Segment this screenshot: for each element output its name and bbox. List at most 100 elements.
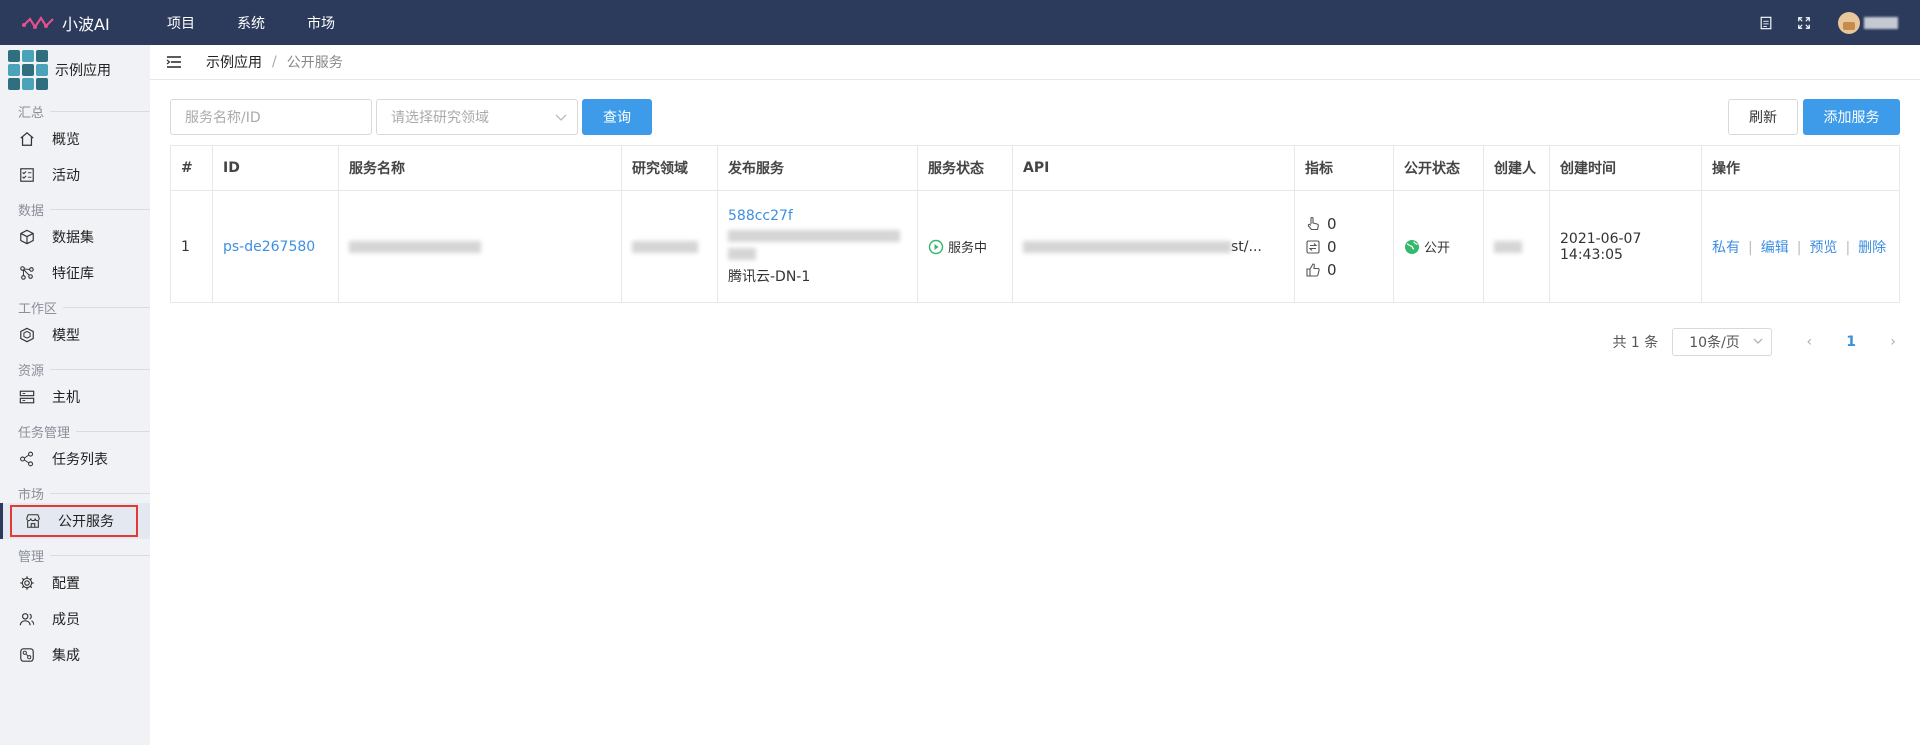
sidebar-item-integration[interactable]: 集成 [0, 637, 150, 673]
next-page-icon[interactable]: › [1886, 334, 1900, 350]
preview-link[interactable]: 预览 [1809, 240, 1837, 256]
chevron-down-icon [555, 114, 567, 121]
play-circle-icon [928, 239, 944, 254]
section-data: 数据 [0, 199, 150, 219]
cell-published-service: 588cc27f 腾讯云-DN-1 [717, 190, 918, 303]
sidebar-item-label: 特征库 [52, 266, 94, 282]
fullscreen-icon[interactable] [1796, 15, 1812, 31]
col-metrics: 指标 [1294, 145, 1394, 191]
cell-created-at: 2021-06-07 14:43:05 [1549, 190, 1702, 303]
published-service-link[interactable]: 588cc27f [728, 208, 917, 224]
metric-calls: 0 [1305, 235, 1393, 258]
sidebar-item-activity[interactable]: 活动 [0, 157, 150, 193]
nav-item-project[interactable]: 项目 [167, 13, 195, 33]
page-size-select[interactable]: 10条/页 [1672, 328, 1773, 356]
sidebar-item-features[interactable]: 特征库 [0, 255, 150, 291]
add-service-button[interactable]: 添加服务 [1803, 99, 1900, 135]
api-url-suffix: st/... [1231, 238, 1262, 255]
home-icon [18, 130, 36, 148]
pagination-total: 共 1 条 [1612, 335, 1659, 351]
metric-likes-value: 0 [1327, 260, 1337, 279]
creator-redacted [1494, 240, 1522, 253]
cell-public-status: 公开 [1393, 190, 1484, 303]
breadcrumb-current: 公开服务 [286, 55, 343, 71]
sidebar-item-label: 公开服务 [58, 514, 114, 530]
sidebar-item-public-service[interactable]: 公开服务 [0, 503, 150, 539]
page-size-value: 10条/页 [1689, 335, 1740, 351]
app-logo-icon [8, 50, 48, 90]
sidebar-item-label: 数据集 [52, 230, 94, 246]
research-domain-placeholder: 请选择研究领域 [391, 110, 489, 126]
menu-toggle-icon[interactable] [166, 55, 182, 69]
app-name: 示例应用 [55, 63, 111, 79]
brand-name: 小波AI [62, 14, 110, 34]
users-icon [18, 610, 36, 628]
breadcrumb-app[interactable]: 示例应用 [206, 52, 262, 72]
sidebar-item-overview[interactable]: 概览 [0, 121, 150, 157]
metric-clicks-value: 0 [1327, 214, 1337, 233]
services-table: # ID 服务名称 研究领域 发布服务 服务状态 API 指标 公开状态 创建人… [170, 145, 1900, 303]
section-workspace: 工作区 [0, 297, 150, 317]
service-id-link[interactable]: ps-de267580 [223, 239, 315, 255]
brand[interactable]: 小波AI [22, 11, 142, 35]
cell-creator [1483, 190, 1550, 303]
app-header[interactable]: 示例应用 [0, 45, 150, 95]
sidebar-item-label: 任务列表 [52, 452, 108, 468]
avatar[interactable] [1838, 11, 1860, 34]
cell-service-status: 服务中 [917, 190, 1013, 303]
metric-calls-value: 0 [1327, 237, 1337, 256]
sidebar-item-model[interactable]: 模型 [0, 317, 150, 353]
cell-id: ps-de267580 [212, 190, 339, 303]
edit-link[interactable]: 编辑 [1761, 240, 1789, 256]
sidebar-item-dataset[interactable]: 数据集 [0, 219, 150, 255]
nav-item-market[interactable]: 市场 [307, 13, 335, 33]
document-icon[interactable] [1758, 15, 1774, 31]
delete-link[interactable]: 删除 [1858, 240, 1886, 256]
top-bar-actions [1736, 0, 1898, 45]
sidebar-item-label: 概览 [52, 132, 80, 148]
sidebar-item-config[interactable]: 配置 [0, 565, 150, 601]
page-number-current[interactable]: 1 [1846, 334, 1856, 350]
breadcrumb-separator: / [272, 54, 277, 70]
brand-logo-icon [22, 15, 54, 29]
cell-metrics: 0 0 0 [1294, 190, 1394, 303]
service-status: 服务中 [928, 237, 1012, 256]
table-header-row: # ID 服务名称 研究领域 发布服务 服务状态 API 指标 公开状态 创建人… [170, 145, 1900, 191]
make-private-link[interactable]: 私有 [1712, 240, 1740, 256]
sidebar-item-host[interactable]: 主机 [0, 379, 150, 415]
section-resources: 资源 [0, 359, 150, 379]
col-public-status: 公开状态 [1393, 145, 1484, 191]
nav-item-system[interactable]: 系统 [237, 13, 265, 33]
col-api: API [1012, 145, 1295, 191]
research-domain-select[interactable]: 请选择研究领域 [376, 99, 578, 135]
section-summary: 汇总 [0, 101, 150, 121]
prev-page-icon[interactable]: ‹ [1802, 334, 1816, 350]
active-item-highlight: 公开服务 [10, 505, 138, 537]
breadcrumb: 示例应用 / 公开服务 [150, 45, 1920, 80]
col-research-domain: 研究领域 [621, 145, 718, 191]
sidebar-item-label: 成员 [52, 612, 80, 628]
cell-actions: 私有 | 编辑 | 预览 | 删除 [1701, 190, 1900, 303]
checklist-icon [18, 166, 36, 184]
cell-index: 1 [170, 190, 213, 303]
col-service-status: 服务状态 [917, 145, 1013, 191]
sidebar-item-members[interactable]: 成员 [0, 601, 150, 637]
model-cube-icon [18, 326, 36, 344]
top-nav: 项目 系统 市场 [167, 13, 377, 33]
section-market: 市场 [0, 483, 150, 503]
sidebar-item-label: 集成 [52, 648, 80, 664]
top-bar: 小波AI 项目 系统 市场 [0, 0, 1920, 45]
main-content: 示例应用 / 公开服务 服务名称/ID 请选择研究领域 查询 刷新 添加服务 #… [150, 45, 1920, 745]
service-name-input[interactable]: 服务名称/ID [170, 99, 372, 135]
sidebar-item-task-list[interactable]: 任务列表 [0, 441, 150, 477]
sidebar-item-label: 配置 [52, 576, 80, 592]
refresh-button[interactable]: 刷新 [1728, 99, 1798, 135]
exchange-icon [1306, 239, 1320, 254]
username-redacted[interactable] [1864, 16, 1898, 29]
query-button[interactable]: 查询 [582, 99, 652, 135]
chevron-down-icon [1753, 338, 1763, 344]
published-service-redacted [728, 228, 917, 260]
section-tasks: 任务管理 [0, 421, 150, 441]
sidebar: 示例应用 汇总 概览 活动 数据 数据集 特征库 工作区 模型 资源 主机 任务… [0, 45, 150, 745]
col-index: # [170, 145, 213, 191]
